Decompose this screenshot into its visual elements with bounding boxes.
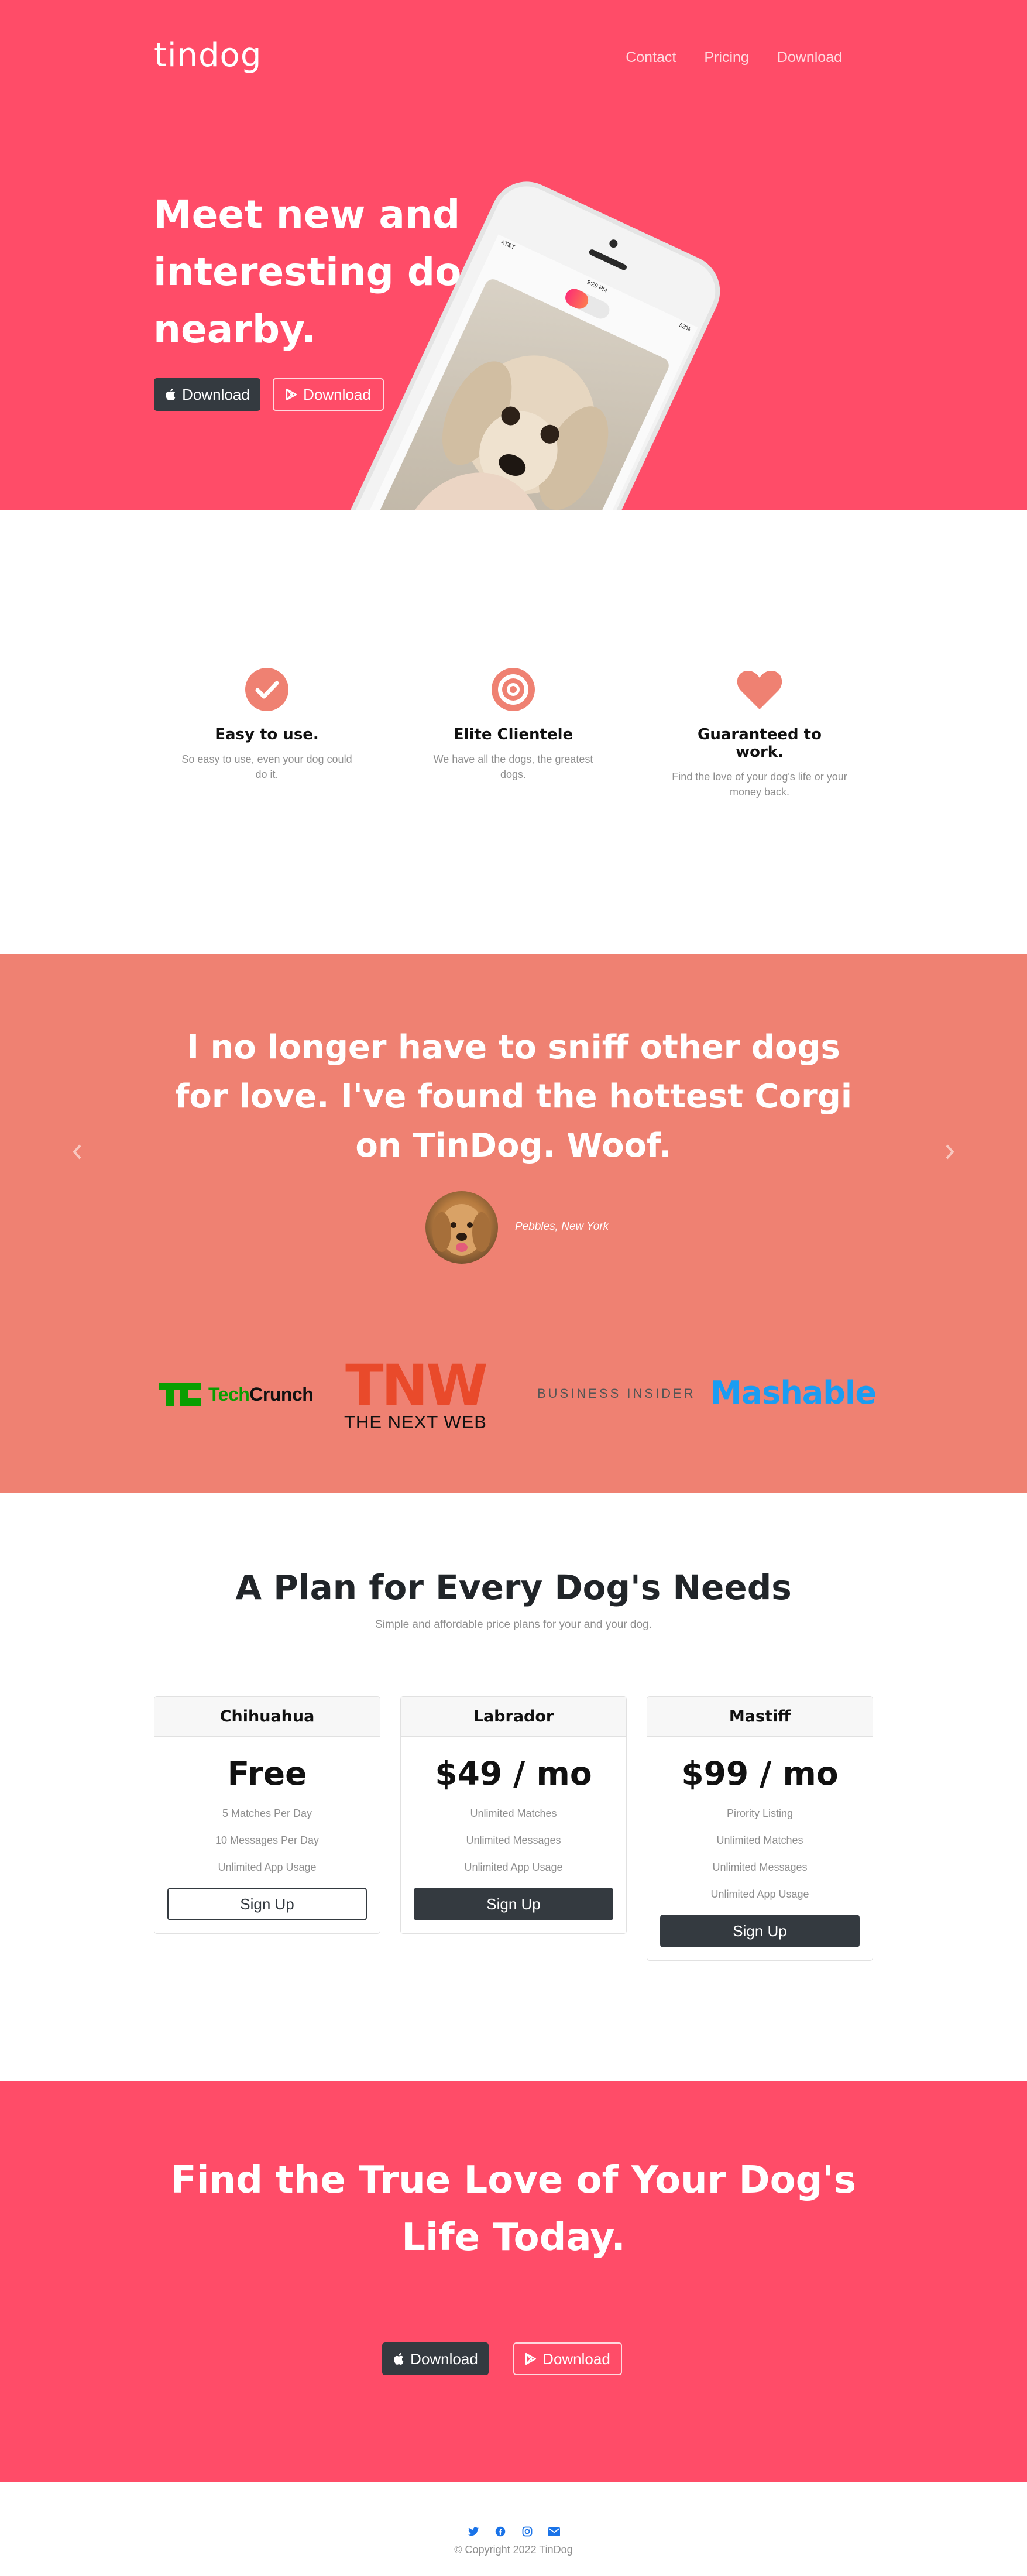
tnw-wordmark: THE NEXT WEB: [344, 1412, 487, 1432]
google-play-icon: [525, 2352, 537, 2365]
plan-feature: Unlimited App Usage: [218, 1861, 317, 1873]
phone-battery: 53%: [678, 322, 692, 333]
plan-card-chihuahua: Chihuahua Free 5 Matches Per Day 10 Mess…: [154, 1696, 380, 1934]
business-insider-wordmark: BUSINESS INSIDER: [537, 1386, 696, 1401]
cta-apple-download-button[interactable]: Download: [382, 2342, 489, 2375]
top-nav: Contact Pricing Download: [612, 49, 856, 66]
apple-download-button[interactable]: Download: [154, 378, 260, 411]
chevron-left-icon: [73, 1144, 81, 1160]
testimonial-author: Pebbles, New York: [515, 1220, 609, 1233]
plan-card-mastiff: Mastiff $99 / mo Pirority Listing Unlimi…: [647, 1696, 873, 1961]
instagram-icon[interactable]: [521, 2525, 534, 2538]
phone-camera: [608, 238, 619, 249]
feature-text: So easy to use, even your dog could do i…: [181, 753, 352, 780]
hero-section: tindog Contact Pricing Download Meet new…: [0, 0, 1027, 510]
plan-price: $99 / mo: [681, 1755, 839, 1792]
plan-card-labrador: Labrador $49 / mo Unlimited Matches Unli…: [400, 1696, 627, 1934]
plan-name: Chihuahua: [154, 1697, 380, 1737]
carousel-next-button[interactable]: [938, 1140, 961, 1164]
business-insider-logo: BUSINESS INSIDER: [537, 1386, 696, 1401]
feature-guaranteed: Guaranteed to work. Find the love of you…: [672, 667, 847, 800]
facebook-icon[interactable]: [494, 2525, 507, 2538]
tnw-logo: TNW THE NEXT WEB: [344, 1353, 488, 1433]
bullseye-icon: [492, 668, 535, 711]
plan-feature: Unlimited Messages: [712, 1861, 808, 1873]
feature-text: We have all the dogs, the greatest dogs.: [433, 753, 593, 780]
heart-icon: [737, 671, 782, 709]
plan-feature: Unlimited Matches: [716, 1834, 803, 1846]
techcrunch-wordmark-a: Tech: [208, 1383, 250, 1405]
carousel-prev-button[interactable]: [66, 1140, 89, 1164]
plan-feature: Pirority Listing: [726, 1807, 794, 1819]
plan-feature: Unlimited Matches: [470, 1807, 557, 1819]
feature-easy-to-use: Easy to use. So easy to use, even your d…: [179, 667, 355, 782]
footer: © Copyright 2022 TinDog: [0, 2482, 1027, 2576]
apple-icon: [166, 388, 176, 400]
twitter-icon[interactable]: [467, 2525, 480, 2538]
nav-link-download[interactable]: Download: [763, 49, 856, 66]
pricing-section: A Plan for Every Dog's Needs Simple and …: [0, 1493, 1027, 2081]
feature-text: Find the love of your dog's life or your…: [672, 771, 847, 798]
tnw-mark: TNW: [345, 1353, 488, 1418]
pricing-title: A Plan for Every Dog's Needs: [235, 1567, 792, 1607]
google-play-icon: [286, 388, 297, 401]
feature-elite-clientele: Elite Clientele We have all the dogs, th…: [425, 667, 601, 782]
phone-time: 9:29 PM: [585, 279, 609, 294]
plan-price: $49 / mo: [435, 1755, 592, 1792]
google-play-download-button[interactable]: Download: [273, 378, 384, 411]
envelope-icon[interactable]: [548, 2525, 561, 2538]
testimonial-section: I no longer have to sniff other dogs for…: [0, 954, 1027, 1493]
signup-button-labrador[interactable]: Sign Up: [414, 1888, 613, 1920]
phone-speaker: [588, 248, 628, 272]
plan-feature: Unlimited Messages: [466, 1834, 561, 1846]
plan-feature: Unlimited App Usage: [464, 1861, 563, 1873]
plan-name: Mastiff: [647, 1697, 873, 1737]
cta-title: Find the True Love of Your Dog's Life To…: [170, 2159, 857, 2259]
feature-title: Elite Clientele: [453, 726, 573, 743]
feature-title: Easy to use.: [215, 726, 319, 743]
plan-price: Free: [227, 1755, 307, 1792]
signup-button-chihuahua[interactable]: Sign Up: [167, 1888, 367, 1920]
brand-logo[interactable]: tindog: [154, 36, 262, 74]
apple-download-label: Download: [182, 385, 250, 403]
apple-icon: [394, 2352, 404, 2365]
techcrunch-wordmark-b: Crunch: [249, 1383, 314, 1405]
features-section: Easy to use. So easy to use, even your d…: [0, 510, 1027, 954]
cta-google-play-download-button[interactable]: Download: [513, 2342, 622, 2375]
feature-title: Guaranteed to work.: [698, 726, 822, 761]
chevron-right-icon: [946, 1144, 954, 1160]
plan-name: Labrador: [401, 1697, 626, 1737]
plan-feature: Unlimited App Usage: [710, 1888, 809, 1900]
mashable-wordmark: Mashable: [710, 1374, 877, 1411]
nav-link-contact[interactable]: Contact: [612, 49, 690, 66]
plan-feature: 5 Matches Per Day: [222, 1807, 312, 1819]
techcrunch-wordmark: TechCrunch: [208, 1383, 314, 1405]
pricing-subtitle: Simple and affordable price plans for yo…: [375, 1618, 652, 1631]
check-circle-icon: [245, 668, 288, 711]
cta-apple-download-label: Download: [410, 2349, 478, 2368]
cta-google-play-download-label: Download: [542, 2349, 610, 2368]
techcrunch-mark: [159, 1383, 201, 1406]
testimonial-avatar: [425, 1191, 498, 1264]
signup-button-mastiff[interactable]: Sign Up: [660, 1915, 860, 1947]
plan-feature-list: Pirority Listing Unlimited Matches Unlim…: [660, 1800, 860, 1908]
copyright-text: © Copyright 2022 TinDog: [454, 2544, 573, 2556]
testimonial-quote: I no longer have to sniff other dogs for…: [174, 1028, 853, 1165]
plan-feature: 10 Messages Per Day: [215, 1834, 320, 1846]
cta-section: Find the True Love of Your Dog's Life To…: [0, 2081, 1027, 2482]
google-play-download-label: Download: [303, 385, 371, 403]
techcrunch-logo: TechCrunch: [159, 1381, 314, 1407]
phone-carrier: AT&T: [500, 239, 516, 251]
mashable-logo: Mashable: [710, 1374, 877, 1411]
social-links: [0, 2525, 1027, 2538]
plan-feature-list: Unlimited Matches Unlimited Messages Unl…: [414, 1800, 613, 1881]
nav-link-pricing[interactable]: Pricing: [690, 49, 762, 66]
plan-feature-list: 5 Matches Per Day 10 Messages Per Day Un…: [167, 1800, 367, 1881]
